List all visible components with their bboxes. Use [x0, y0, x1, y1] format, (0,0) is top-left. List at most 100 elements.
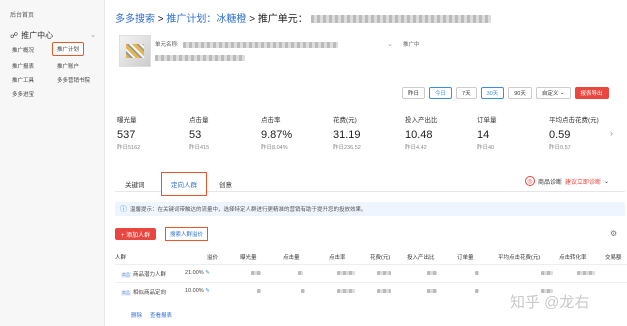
view-report-link[interactable]: 查看报表 — [150, 311, 172, 319]
chevron-right-icon[interactable]: › — [610, 128, 613, 138]
sidebar-item-reports[interactable]: 推广报表 — [12, 62, 34, 70]
diagnosis-link[interactable]: 建议立即诊断 — [565, 177, 601, 186]
redacted-cell — [577, 270, 595, 276]
search-audience-premium-button[interactable]: 搜索人群溢价 — [165, 227, 209, 241]
share-icon: ☍ — [10, 31, 19, 40]
metric-label: 点击量 — [189, 117, 209, 124]
gear-icon[interactable]: ⚙ — [610, 229, 617, 238]
row-actions: 删除 查看报表 — [131, 311, 172, 319]
redacted-value — [577, 270, 595, 275]
redacted-cell — [337, 288, 355, 294]
redacted-cell — [298, 270, 303, 276]
add-audience-button[interactable]: + 添加人群 — [115, 228, 157, 240]
sidebar-item-account[interactable]: 推广账户 — [57, 62, 79, 70]
breadcrumb-search[interactable]: 多多搜索 — [115, 14, 155, 25]
metric-label: 平均点击花费(元) — [549, 117, 599, 124]
tab-keywords[interactable]: 关键词 — [119, 176, 151, 192]
sidebar-item-overview[interactable]: 推广概况 — [12, 46, 34, 54]
sidebar-section-title[interactable]: ☍ 推广中心 — [10, 30, 53, 41]
row-tag: 商品 — [121, 272, 131, 278]
metric-label: 花费(元) — [333, 117, 357, 124]
redacted-cell — [427, 288, 437, 294]
col-conversion: 点击转化率 — [559, 255, 587, 261]
metric-impressions[interactable]: 曝光量 537 昨日5162 — [117, 114, 140, 151]
breadcrumb-plan[interactable]: 推广计划：冰糖橙 — [166, 14, 246, 25]
redacted-unit-name — [310, 15, 491, 24]
redacted-value — [377, 288, 391, 293]
sidebar-item-duoduo[interactable]: 多多进宝 — [12, 90, 34, 98]
col-clicks: 点击量 — [283, 255, 300, 261]
chevron-down-icon[interactable]: ⌄ — [604, 178, 609, 185]
redacted-cell — [541, 270, 553, 276]
sidebar-item-academy[interactable]: 多多营销书院 — [57, 76, 90, 84]
redacted-value — [541, 270, 553, 275]
delete-link[interactable]: 删除 — [131, 311, 142, 319]
redacted-cell — [427, 270, 437, 276]
metric-orders[interactable]: 订单量 14 昨日40 — [477, 114, 497, 151]
date-today-button[interactable]: 今日 — [429, 87, 453, 99]
breadcrumb: 多多搜索 > 推广计划：冰糖橙 > 推广单元： — [115, 10, 491, 25]
col-impressions: 曝光量 — [240, 255, 257, 261]
tab-targeted-audience[interactable]: 定向人群 — [161, 172, 207, 196]
premium-cell[interactable]: 10.00% ✎ — [185, 288, 210, 294]
export-report-button[interactable]: 报表导出 — [574, 87, 609, 99]
chevron-down-icon[interactable]: ⌄ — [387, 40, 393, 48]
col-orders: 订单量 — [457, 255, 474, 261]
sidebar-item-plans[interactable]: 推广计划 — [52, 42, 85, 56]
metric-avg-cpc[interactable]: 平均点击花费(元) 0.59 昨日0.57 — [549, 114, 599, 151]
table-row[interactable]: 商品 商品潜力人群 21.00% ✎ — [115, 264, 627, 282]
product-thumbnail — [119, 35, 151, 67]
date-yesterday-button[interactable]: 昨日 — [402, 87, 426, 99]
redacted-value — [301, 288, 305, 293]
edit-icon[interactable]: ✎ — [205, 270, 210, 276]
chevron-down-icon: ⌄ — [558, 90, 565, 96]
sidebar-section-label: 推广中心 — [21, 31, 54, 40]
metric-value: 53 — [189, 129, 202, 141]
unit-name-label: 单元名称: — [155, 42, 179, 48]
redacted-value — [298, 270, 303, 275]
date-custom-label: 自定义 — [541, 91, 559, 97]
tab-creative[interactable]: 创意 — [213, 176, 238, 192]
redacted-value — [475, 270, 479, 275]
metric-label: 点击率 — [261, 117, 281, 124]
audience-cell: 商品 商品潜力人群 — [121, 270, 166, 278]
edit-icon[interactable]: ✎ — [205, 288, 210, 294]
breadcrumb-unit: 推广单元： — [257, 14, 308, 25]
metric-ctr[interactable]: 点击率 9.87% 昨日8.04% — [261, 114, 292, 151]
chevron-down-icon[interactable]: ⌄ — [90, 31, 96, 39]
col-avg-cpc: 平均点击花费(元) — [498, 255, 541, 261]
metric-prev: 昨日0.57 — [549, 145, 571, 151]
metric-prev: 昨日40 — [477, 145, 495, 151]
redacted-product-meta — [155, 55, 245, 61]
col-premium: 溢价 — [207, 255, 219, 261]
info-text: 温馨提示：在关键词带触达的流量中，选择特定人群进行更精准的营销有助于提升您的投放… — [130, 207, 367, 213]
audience-cell: 商品 相似商品定向 — [121, 288, 166, 296]
premium-value: 21.00% — [185, 270, 204, 276]
sidebar-item-tools[interactable]: 推广工具 — [12, 76, 34, 84]
redacted-cell — [337, 270, 355, 276]
watermark: 知乎 @龙右 — [510, 294, 590, 311]
metric-value: 10.48 — [405, 129, 433, 141]
date-90d-button[interactable]: 90天 — [508, 87, 532, 99]
metric-clicks[interactable]: 点击量 53 昨日415 — [189, 114, 209, 151]
metric-roi[interactable]: 投入产出比 10.48 昨日4.42 — [405, 114, 438, 151]
premium-cell[interactable]: 21.00% ✎ — [185, 270, 210, 276]
sidebar-home-link[interactable]: 后台首页 — [10, 10, 34, 19]
redacted-cell — [475, 270, 479, 276]
redacted-cell — [377, 270, 391, 276]
date-30d-button[interactable]: 30天 — [480, 87, 505, 99]
metric-prev: 昨日5162 — [117, 145, 141, 151]
redacted-cell — [251, 270, 261, 276]
info-icon: ⓘ — [120, 206, 127, 213]
metric-value: 14 — [477, 129, 490, 141]
redacted-cell — [257, 288, 261, 294]
col-gmv: 交易额 — [605, 255, 622, 261]
date-custom-button[interactable]: 自定义 ⌄ — [535, 87, 571, 99]
main-content: 多多搜索 > 推广计划：冰糖橙 > 推广单元： 单元名称: ⌄ 推广中 昨日 今… — [105, 0, 627, 326]
breadcrumb-separator: > — [249, 14, 258, 25]
metric-spend[interactable]: 花费(元) 31.19 昨日236.52 — [333, 114, 361, 151]
redacted-value — [427, 270, 437, 275]
premium-value: 10.00% — [185, 288, 204, 294]
date-7d-button[interactable]: 7天 — [456, 87, 477, 99]
row-tag: 商品 — [121, 290, 131, 296]
